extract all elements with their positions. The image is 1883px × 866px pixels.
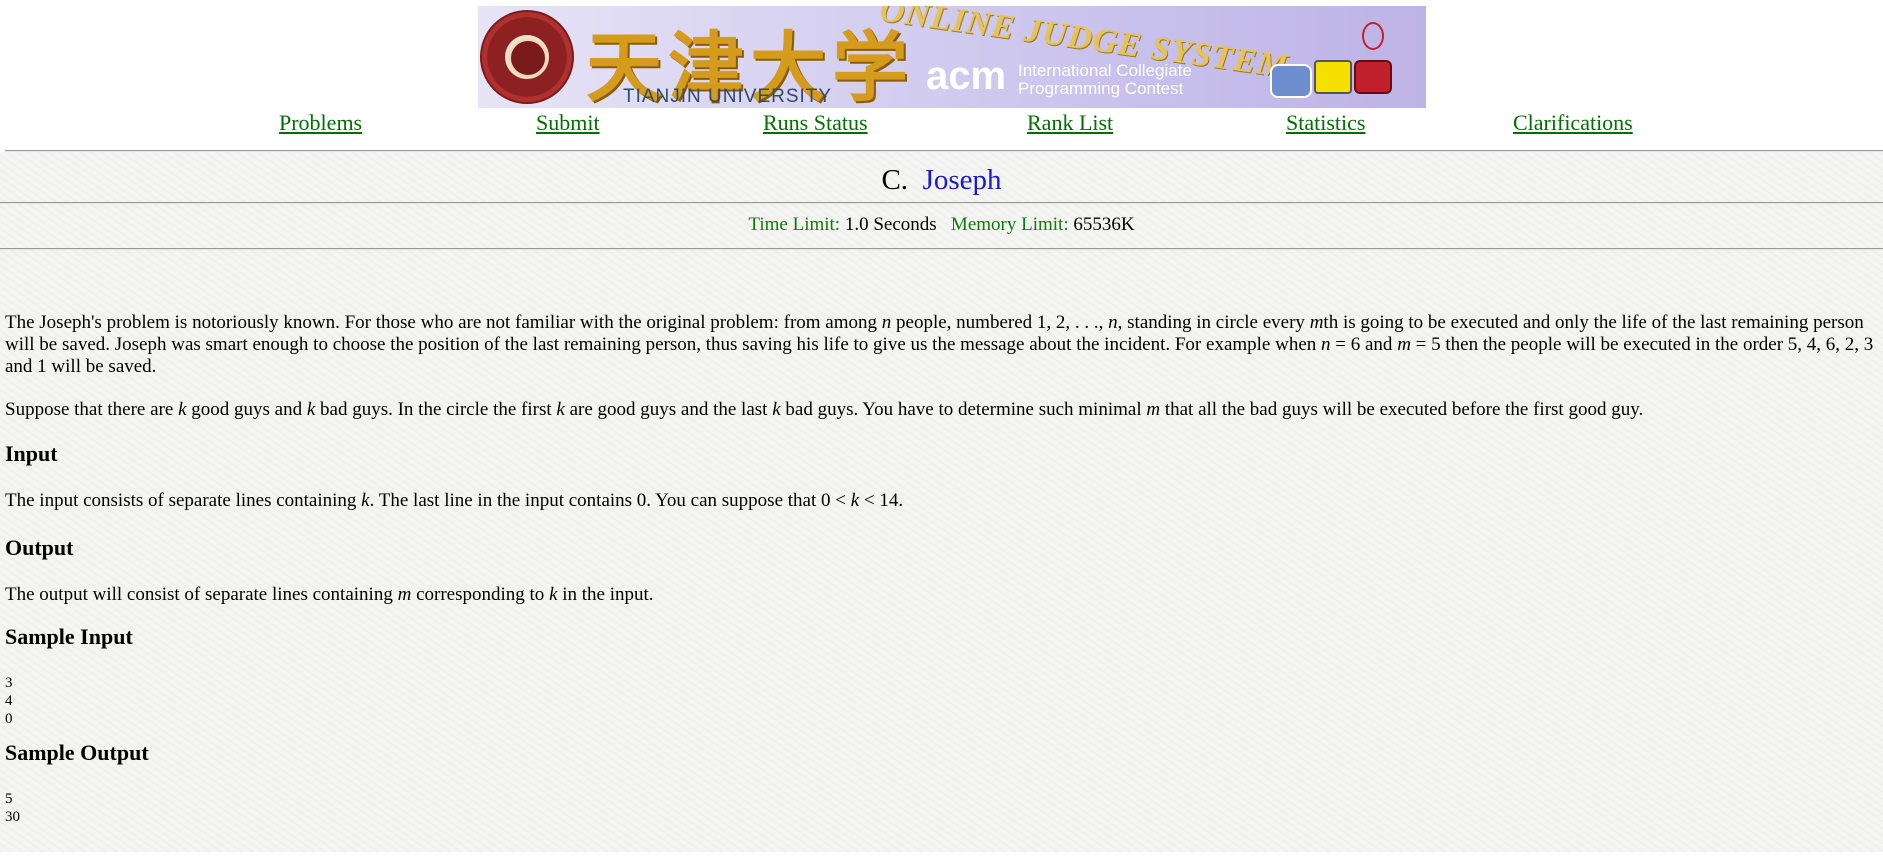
input-heading: Input [5, 441, 58, 466]
lightbulb-icon [1314, 60, 1352, 94]
banner-icons [1270, 16, 1410, 106]
sample-input-heading: Sample Input [5, 624, 133, 649]
problem-id: C. [881, 164, 909, 196]
description-paragraph-2: Suppose that there are k good guys and k… [5, 399, 1644, 420]
university-english-name: TIANJIN UNIVERSITY [623, 86, 833, 107]
site-banner: 天津大学 TIANJIN UNIVERSITY ONLINE JUDGE SYS… [478, 6, 1426, 108]
problem-statement: The Joseph's problem is notoriously know… [0, 250, 1883, 826]
balloon-box-icon [1354, 60, 1392, 94]
output-description: The output will consist of separate line… [5, 584, 654, 605]
nav-link-clarifications[interactable]: Clarifications [1513, 110, 1633, 136]
description-paragraph-1: The Joseph's problem is notoriously know… [5, 312, 1874, 377]
balloon-icon [1362, 22, 1384, 50]
acm-subtitle-line-1: International Collegiate [1018, 61, 1192, 80]
header: 天津大学 TIANJIN UNIVERSITY ONLINE JUDGE SYS… [0, 0, 1883, 110]
sample-output-block: 5 30 [5, 791, 20, 825]
problem-limits: Time Limit: 1.0 Seconds Memory Limit: 65… [0, 204, 1883, 248]
nav-link-problems[interactable]: Problems [279, 110, 362, 136]
memory-limit-label: Memory Limit: [950, 214, 1069, 235]
nav-link-submit[interactable]: Submit [536, 110, 600, 136]
input-description: The input consists of separate lines con… [5, 490, 904, 511]
acm-subtitle-line-2: Programming Contest [1018, 79, 1184, 98]
time-limit-label: Time Limit: [748, 214, 841, 235]
problem-name: Joseph [922, 164, 1002, 196]
acm-logo: acm [926, 54, 1007, 98]
main-nav: Problems Submit Runs Status Rank List St… [0, 110, 1883, 150]
university-seal-logo [480, 10, 574, 104]
memory-limit-value: 65536K [1073, 214, 1135, 235]
output-heading: Output [5, 535, 74, 560]
acm-subtitle: International Collegiate Programming Con… [1018, 62, 1192, 98]
time-limit-value: 1.0 Seconds [844, 214, 937, 235]
sample-input-block: 3 4 0 [5, 675, 13, 727]
sample-output-heading: Sample Output [5, 740, 149, 765]
cloud-icon [1270, 64, 1312, 98]
nav-link-statistics[interactable]: Statistics [1286, 110, 1365, 136]
nav-link-runs-status[interactable]: Runs Status [763, 110, 868, 136]
nav-link-rank-list[interactable]: Rank List [1027, 110, 1113, 136]
problem-content: C. Joseph Time Limit: 1.0 Seconds Memory… [0, 152, 1883, 852]
problem-title: C. Joseph [0, 152, 1883, 202]
